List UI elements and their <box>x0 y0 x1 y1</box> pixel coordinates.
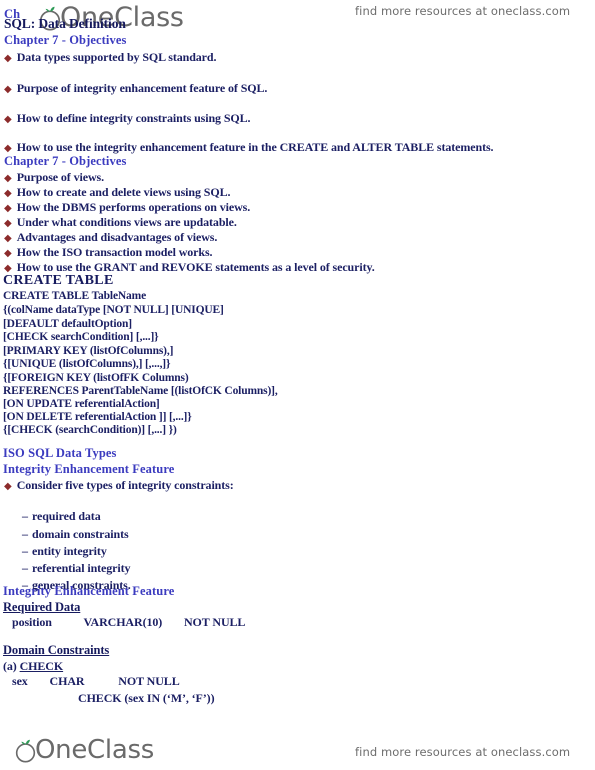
bullet-diamond-icon: ◆ <box>4 143 12 154</box>
watermark-promo-bottom: find more resources at oneclass.com <box>355 745 571 759</box>
bullet-diamond-icon: ◆ <box>4 218 12 229</box>
bullet-diamond-icon: ◆ <box>4 84 12 95</box>
list-item: ◆ How to define integrity constraints us… <box>4 111 251 126</box>
code-line: [ON UPDATE referentialAction] <box>3 398 160 410</box>
page-title: SQL: Data Definition <box>4 16 126 31</box>
list-item-label: How to use the integrity enhancement fea… <box>16 140 494 154</box>
list-item-label: required data <box>32 509 101 523</box>
list-item: ◆ How to use the integrity enhancement f… <box>4 140 494 155</box>
bullet-diamond-icon: ◆ <box>4 233 12 244</box>
list-item: – entity integrity <box>22 544 107 559</box>
bullet-diamond-icon: ◆ <box>4 188 12 199</box>
heading-objectives-1: Chapter 7 - Objectives <box>4 33 127 47</box>
list-item-label: entity integrity <box>32 544 107 558</box>
list-item-label: referential integrity <box>32 561 131 575</box>
dash-icon: – <box>22 509 28 523</box>
list-item: ◆ How the DBMS performs operations on vi… <box>4 200 250 215</box>
watermark-promo-top: find more resources at oneclass.com <box>355 4 571 18</box>
heading-iso-sql-data-types: ISO SQL Data Types <box>3 446 117 460</box>
list-item-label: Data types supported by SQL standard. <box>16 50 217 64</box>
list-item-label: How to create and delete views using SQL… <box>16 185 231 199</box>
column-name: position <box>12 615 52 629</box>
list-item: ◆ Under what conditions views are updata… <box>4 215 237 230</box>
list-item-label: Consider five types of integrity constra… <box>16 478 234 492</box>
list-item: ◆ Purpose of integrity enhancement featu… <box>4 81 267 96</box>
code-line: [PRIMARY KEY (listOfColumns),] <box>3 345 174 357</box>
code-line: {(colName dataType [NOT NULL] [UNIQUE] <box>3 304 224 316</box>
heading-objectives-2: Chapter 7 - Objectives <box>4 154 127 168</box>
list-item: – referential integrity <box>22 561 131 576</box>
code-line: [CHECK searchCondition] [,...]} <box>3 331 159 343</box>
example-check-expression: CHECK (sex IN (‘M’, ‘F’)) <box>78 691 215 705</box>
list-item-label: domain constraints <box>32 527 129 541</box>
column-type: VARCHAR(10) <box>83 615 163 629</box>
label-a-prefix: (a) <box>3 659 20 673</box>
list-item-label: How to define integrity constraints usin… <box>16 111 251 125</box>
list-item: ◆ How the ISO transaction model works. <box>4 245 213 260</box>
list-item: ◆ Data types supported by SQL standard. <box>4 50 216 65</box>
bullet-diamond-icon: ◆ <box>4 248 12 259</box>
list-item: ◆ How to create and delete views using S… <box>4 185 230 200</box>
oneclass-wordmark-bottom: OneClass <box>35 735 154 765</box>
list-item: – required data <box>22 509 101 524</box>
column-type: CHAR <box>49 674 85 688</box>
code-line: [DEFAULT defaultOption] <box>3 318 132 330</box>
code-line: {[FOREIGN KEY (listOfFK Columns) <box>3 372 189 384</box>
heading-create-table: CREATE TABLE <box>3 273 114 288</box>
list-item-label: Purpose of integrity enhancement feature… <box>16 81 268 95</box>
list-item: – domain constraints <box>22 527 129 542</box>
bullet-diamond-icon: ◆ <box>4 203 12 214</box>
list-item-label: Under what conditions views are updatabl… <box>16 215 237 229</box>
code-line: CREATE TABLE TableName <box>3 290 147 302</box>
bullet-diamond-icon: ◆ <box>4 53 12 64</box>
list-item-label: How the ISO transaction model works. <box>16 245 213 259</box>
code-line: {[CHECK (searchCondition)] [,...] }) <box>3 424 177 436</box>
column-name: sex <box>12 674 28 688</box>
apple-icon <box>14 737 37 768</box>
example-domain-constraint: sex CHAR NOT NULL <box>12 675 180 687</box>
bullet-diamond-icon: ◆ <box>4 481 12 492</box>
dash-icon: – <box>22 527 28 541</box>
code-line: {[UNIQUE (listOfColumns),] [,...,]} <box>3 358 171 370</box>
column-constraint: NOT NULL <box>118 674 180 688</box>
heading-integrity-enhancement-1: Integrity Enhancement Feature <box>3 462 175 476</box>
code-line: REFERENCES ParentTableName [(listOfCK Co… <box>3 385 278 397</box>
list-item: ◆ Purpose of views. <box>4 170 104 185</box>
list-item-label: Advantages and disadvantages of views. <box>16 230 218 244</box>
list-item-label: How the DBMS performs operations on view… <box>16 200 251 214</box>
list-item-label: Purpose of views. <box>16 170 104 184</box>
list-item: ◆ Consider five types of integrity const… <box>4 478 234 493</box>
heading-integrity-enhancement-2: Integrity Enhancement Feature <box>3 584 175 598</box>
dash-icon: – <box>22 561 28 575</box>
code-line: [ON DELETE referentialAction ]] [,...]} <box>3 411 192 423</box>
heading-domain-constraints: Domain Constraints <box>3 643 110 657</box>
label-check-subsection: (a) CHECK <box>3 660 63 672</box>
heading-required-data: Required Data <box>3 600 81 614</box>
bullet-diamond-icon: ◆ <box>4 114 12 125</box>
column-constraint: NOT NULL <box>183 615 246 629</box>
bullet-diamond-icon: ◆ <box>4 173 12 184</box>
document-page: find more resources at oneclass.com Ch O… <box>0 0 595 770</box>
oneclass-logo-bottom: OneClass <box>14 737 154 768</box>
example-required-data: position VARCHAR(10) NOT NULL <box>12 616 245 628</box>
list-item: ◆ Advantages and disadvantages of views. <box>4 230 217 245</box>
label-a-check: CHECK <box>19 659 64 673</box>
dash-icon: – <box>22 544 28 558</box>
